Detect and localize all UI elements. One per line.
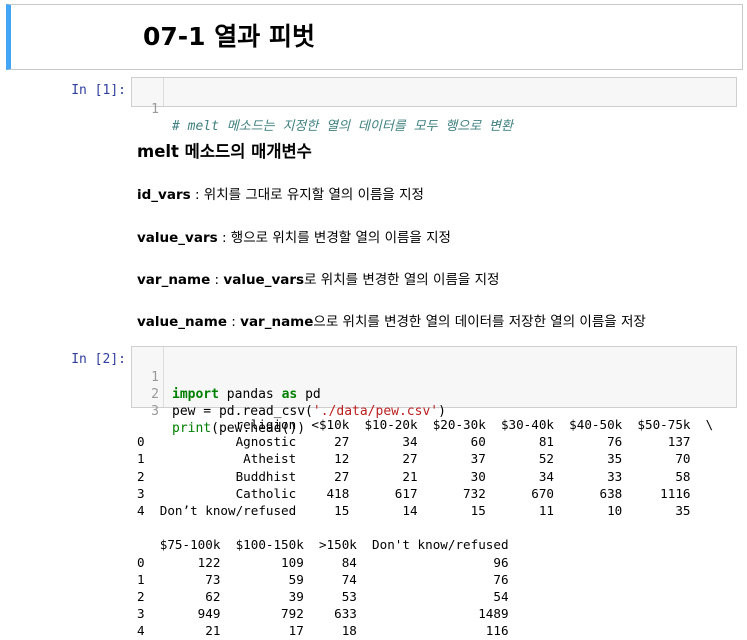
code-line-2: 2 pew = pd.read_csv('./data/pew.csv') bbox=[132, 369, 446, 419]
param-sep: : bbox=[210, 272, 224, 288]
param-var-name: var_name : value_vars로 위치를 변경한 열의 이름을 지정 bbox=[137, 268, 499, 288]
section-heading: melt 메소드의 매개변수 bbox=[137, 142, 312, 161]
code-comment: # melt 메소드는 지정한 열의 데이터를 모두 행으로 변환 bbox=[172, 119, 513, 134]
param-ref: value_vars bbox=[223, 272, 305, 288]
keyword-import: import bbox=[172, 387, 219, 402]
param-ref: var_name bbox=[240, 314, 314, 330]
param-desc: : 위치를 그대로 유지할 열의 이름을 지정 bbox=[190, 187, 424, 203]
param-id-vars: id_vars : 위치를 그대로 유지할 열의 이름을 지정 bbox=[137, 183, 424, 203]
line-number: 1 bbox=[151, 102, 159, 117]
param-desc: : 행으로 위치를 변경할 열의 이름을 지정 bbox=[217, 230, 451, 246]
page-title: 07-1 열과 피벗 bbox=[143, 22, 315, 51]
code-text: pd bbox=[297, 387, 321, 402]
param-desc: 로 위치를 변경한 열의 이름을 지정 bbox=[304, 272, 500, 288]
param-value-name: value_name : var_name으로 위치를 변경한 열의 데이터를 … bbox=[137, 310, 646, 330]
code-cell-2-editor[interactable]: 1 import pandas as pd 2 pew = pd.read_cs… bbox=[131, 346, 737, 436]
param-name: value_vars bbox=[137, 230, 218, 246]
param-name: value_name bbox=[137, 314, 227, 330]
code-line-1: 1 import pandas as pd bbox=[132, 352, 321, 402]
title-cell[interactable]: 07-1 열과 피벗 bbox=[6, 4, 743, 70]
keyword-as: as bbox=[281, 387, 298, 402]
param-value-vars: value_vars : 행으로 위치를 변경할 열의 이름을 지정 bbox=[137, 226, 451, 246]
code-line-1: 1 # melt 메소드는 지정한 열의 데이터를 모두 행으로 변환 bbox=[132, 84, 513, 134]
code-cell-1-editor[interactable]: 1 # melt 메소드는 지정한 열의 데이터를 모두 행으로 변환 bbox=[131, 77, 737, 134]
cell-2-output: religion <$10k $10-20k $20-30k $30-40k $… bbox=[137, 417, 714, 639]
cell-1-prompt: In [1]: bbox=[71, 83, 126, 98]
param-name: var_name bbox=[137, 272, 211, 288]
code-line-3: 3 print(pew.head()) bbox=[132, 386, 305, 436]
param-desc: 으로 위치를 변경한 열의 데이터를 저장한 열의 이름을 저장 bbox=[313, 314, 646, 330]
cell-2-prompt: In [2]: bbox=[71, 352, 126, 367]
param-sep: : bbox=[227, 314, 241, 330]
param-name: id_vars bbox=[137, 187, 191, 203]
code-text: pandas bbox=[218, 387, 282, 402]
